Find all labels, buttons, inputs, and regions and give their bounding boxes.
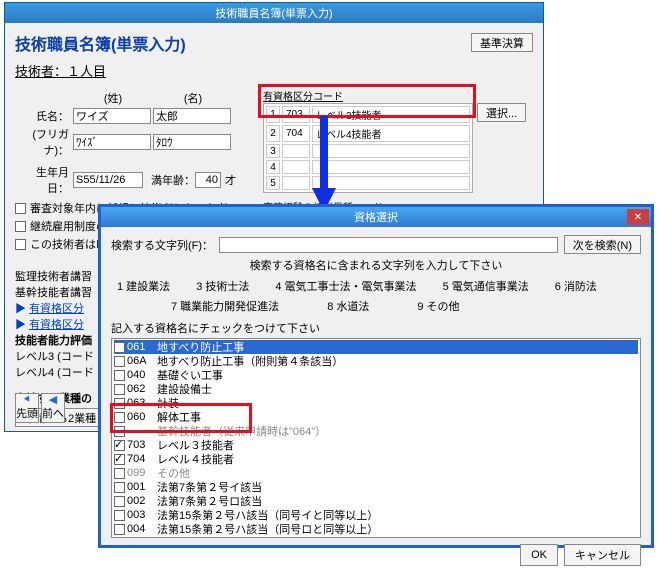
- table-row[interactable]: 5: [266, 176, 470, 190]
- lbl-age: 満年齢：: [151, 172, 195, 188]
- dialog-body: 検索する文字列(F)： 次を検索(N) 検索する資格名に含まれる文字列を入力して…: [101, 227, 651, 572]
- chk-noprint[interactable]: [15, 239, 26, 250]
- item-code: 062: [127, 383, 155, 395]
- dialog-title: 資格選択: [354, 209, 398, 225]
- item-code: 099: [127, 467, 155, 479]
- furi-sei-input[interactable]: [73, 134, 151, 150]
- tab-item[interactable]: 8 水道法: [327, 298, 369, 314]
- nav-first[interactable]: ⯇先頭: [15, 393, 39, 423]
- list-item[interactable]: 703レベル３技能者: [114, 438, 638, 452]
- code-table: 1703レベル3技能者 2704レベル4技能者 3 4 5: [263, 103, 473, 193]
- tab-item[interactable]: 1 建設業法: [117, 278, 170, 294]
- main-titlebar: 技術職員名簿(単票入力): [5, 3, 543, 23]
- main-title: 技術職員名簿(単票入力): [215, 5, 332, 21]
- sec-code-label: 有資格区分コード: [263, 88, 533, 103]
- tab-item[interactable]: 4 電気工事士法・電気事業法: [275, 278, 416, 294]
- qualification-list[interactable]: 061地すべり防止工事06A地すべり防止工事（附則第４条該当）040基礎ぐい工事…: [111, 338, 641, 538]
- item-code: 061: [127, 341, 155, 353]
- lbl-sai: 才: [225, 172, 236, 188]
- item-code: 003: [127, 509, 155, 521]
- furi-mei-input[interactable]: [153, 134, 231, 150]
- search-next-button[interactable]: 次を検索(N): [564, 235, 641, 254]
- cancel-button[interactable]: キャンセル: [564, 544, 641, 566]
- list-item[interactable]: 062建設設備士: [114, 382, 638, 396]
- list-item[interactable]: 099その他: [114, 466, 638, 480]
- select-code-button[interactable]: 選択...: [477, 103, 526, 122]
- checkbox[interactable]: [114, 496, 125, 507]
- checkbox[interactable]: [114, 510, 125, 521]
- list-item[interactable]: 061地すべり防止工事: [114, 340, 638, 354]
- search-label: 検索する文字列(F)：: [111, 237, 213, 253]
- table-row[interactable]: 2704レベル4技能者: [266, 125, 470, 142]
- birth-input[interactable]: [73, 172, 143, 188]
- tab-item[interactable]: 9 その他: [417, 298, 459, 314]
- list-item[interactable]: 063計装: [114, 396, 638, 410]
- list-item[interactable]: 002法第7条第２号ロ該当: [114, 494, 638, 508]
- list-item[interactable]: 004法第15条第２号ハ該当（同号ロと同等以上）: [114, 522, 638, 536]
- item-code: 060: [127, 411, 155, 423]
- lbl-birth: 生年月日：: [15, 164, 73, 196]
- dialog-titlebar: 資格選択 ✕: [101, 207, 651, 227]
- item-code: 704: [127, 453, 155, 465]
- sub-heading: 技術者：１人目: [15, 61, 106, 80]
- tab-item[interactable]: 3 技術士法: [196, 278, 249, 294]
- item-code: 004: [127, 523, 155, 535]
- checkbox[interactable]: [114, 356, 125, 367]
- nav-buttons: ⯇先頭 ◀前へ: [15, 393, 65, 423]
- table-row[interactable]: 1703レベル3技能者: [266, 106, 470, 123]
- age-input[interactable]: [195, 172, 221, 188]
- table-row[interactable]: 4: [266, 160, 470, 174]
- item-code: 040: [127, 369, 155, 381]
- chk-new[interactable]: [15, 203, 26, 214]
- list-item[interactable]: 704レベル４技能者: [114, 452, 638, 466]
- checkbox[interactable]: [114, 384, 125, 395]
- lbl-furi: (フリガナ)：: [15, 126, 73, 158]
- lbl-name: 氏名：: [15, 108, 73, 124]
- list-item[interactable]: 003法第15条第２号ハ該当（同号イと同等以上）: [114, 508, 638, 522]
- search-input[interactable]: [219, 237, 558, 253]
- checkbox[interactable]: [114, 398, 125, 409]
- item-code: 001: [127, 481, 155, 493]
- checkbox[interactable]: [114, 482, 125, 493]
- item-code: 06A: [127, 355, 155, 367]
- col-mei: (名): [153, 90, 233, 106]
- table-row[interactable]: 3: [266, 144, 470, 158]
- list-item[interactable]: 060解体工事: [114, 410, 638, 424]
- checkbox[interactable]: [114, 412, 125, 423]
- link3[interactable]: 有資格区分: [29, 303, 84, 315]
- checkbox[interactable]: [114, 454, 125, 465]
- item-code: 703: [127, 439, 155, 451]
- checkbox[interactable]: [114, 370, 125, 381]
- std-button[interactable]: 基準決算: [471, 33, 533, 52]
- close-icon[interactable]: ✕: [627, 209, 649, 225]
- link4[interactable]: 有資格区分: [29, 319, 84, 331]
- checkbox[interactable]: [114, 468, 125, 479]
- list-item[interactable]: 001法第7条第２号イ該当: [114, 480, 638, 494]
- chk-cont[interactable]: [15, 221, 26, 232]
- col-sei: (姓): [73, 90, 153, 106]
- item-text: 法第15条第２号ハ該当（同号ロと同等以上）: [157, 521, 378, 537]
- item-code: 063: [127, 397, 155, 409]
- checkbox[interactable]: [114, 524, 125, 535]
- name-sei-input[interactable]: [73, 108, 151, 124]
- tab-item[interactable]: 7 職業能力開発促進法: [171, 298, 279, 314]
- checkbox[interactable]: [114, 440, 125, 451]
- checkbox[interactable]: [114, 342, 125, 353]
- item-code: 002: [127, 495, 155, 507]
- checkbox[interactable]: [114, 426, 125, 437]
- ok-button[interactable]: OK: [520, 544, 558, 566]
- list-item[interactable]: 基幹技能者（従来申請時は"064"）: [114, 424, 638, 438]
- name-mei-input[interactable]: [153, 108, 231, 124]
- page-heading: 技術職員名簿(単票入力): [15, 31, 186, 55]
- tab-row-1: 1 建設業法 3 技術士法 4 電気工事士法・電気事業法 5 電気通信事業法 6 消防法: [111, 276, 641, 296]
- list-item[interactable]: 040基礎ぐい工事: [114, 368, 638, 382]
- list-item[interactable]: 06A地すべり防止工事（附則第４条該当）: [114, 354, 638, 368]
- tab-item[interactable]: 6 消防法: [555, 278, 597, 294]
- tab-row-2: 7 職業能力開発促進法 8 水道法 9 その他: [111, 296, 641, 316]
- note2: 記入する資格名にチェックをつけて下さい: [111, 320, 641, 336]
- note1: 検索する資格名に含まれる文字列を入力して下さい: [111, 257, 641, 273]
- dialog-window: 資格選択 ✕ 検索する文字列(F)： 次を検索(N) 検索する資格名に含まれる文…: [98, 204, 654, 548]
- nav-prev[interactable]: ◀前へ: [41, 393, 65, 423]
- tab-item[interactable]: 5 電気通信事業法: [443, 278, 529, 294]
